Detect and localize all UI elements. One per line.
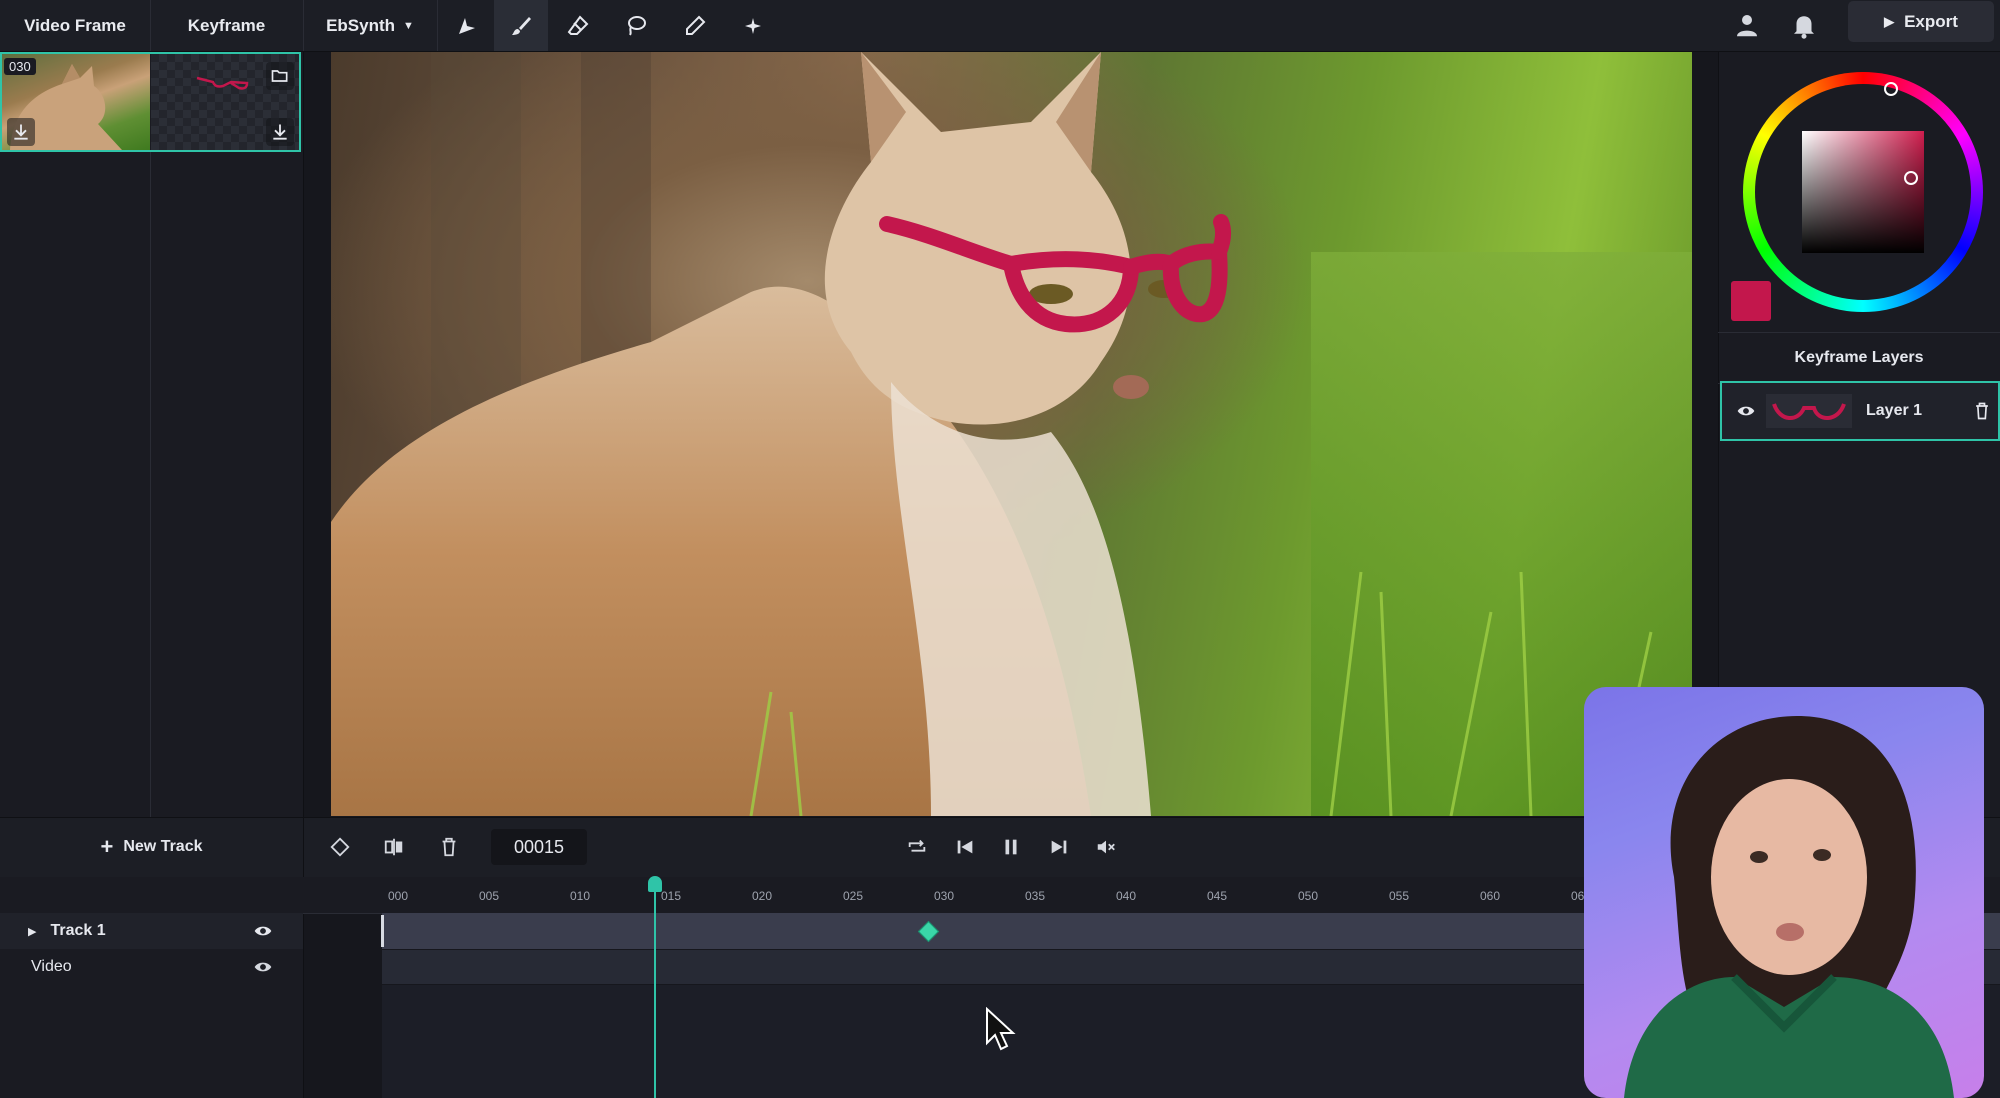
chevron-down-icon: ▼ <box>403 19 414 32</box>
skip-back-icon <box>957 840 973 854</box>
tick-label: 020 <box>752 889 773 903</box>
split-button[interactable] <box>374 827 414 867</box>
tick-label: 045 <box>1207 889 1228 903</box>
presenter-video <box>1624 716 1954 1098</box>
tick-label: 060 <box>1480 889 1501 903</box>
folder-open-icon <box>271 70 288 82</box>
lynx-video-frame <box>331 52 1692 816</box>
playhead[interactable] <box>654 880 656 1098</box>
bell-icon <box>1794 16 1814 39</box>
eye-icon[interactable] <box>253 957 273 977</box>
track-row-track-1[interactable]: ▶ Track 1 <box>0 913 303 949</box>
delete-button[interactable] <box>429 827 469 867</box>
layers-panel-title: Keyframe Layers <box>1718 332 2000 384</box>
trash-icon <box>442 837 456 857</box>
keyframe-number-badge: 030 <box>4 58 36 75</box>
loop-icon <box>908 839 926 852</box>
magic-icon <box>745 17 761 34</box>
track-name: Track 1 <box>50 922 106 939</box>
mute-icon <box>1097 840 1115 854</box>
trash-icon[interactable] <box>1972 401 1992 421</box>
eye-icon[interactable] <box>1736 401 1756 421</box>
current-color-swatch[interactable] <box>1731 281 1771 321</box>
user-icon <box>1737 15 1757 37</box>
track-start-marker <box>381 915 384 947</box>
tick-label: 030 <box>934 889 955 903</box>
pause-icon <box>1005 839 1017 855</box>
diamond-icon <box>330 837 350 857</box>
skip-forward-icon <box>1051 840 1067 854</box>
tick-label: 015 <box>661 889 682 903</box>
ebsynth-label: EbSynth <box>326 15 396 35</box>
new-track-label: New Track <box>123 838 203 855</box>
saturation-value-picker[interactable] <box>1802 131 1924 253</box>
brush-tool[interactable] <box>494 0 548 51</box>
cursor-arrow-icon <box>986 1006 1016 1051</box>
eraser-icon <box>567 14 589 35</box>
lasso-tool[interactable] <box>609 0 663 51</box>
tick-label: 010 <box>570 889 591 903</box>
left-panel-divider <box>150 52 151 817</box>
export-button[interactable]: ▶ Export <box>1848 1 1994 42</box>
track-row-video[interactable]: Video <box>0 950 303 984</box>
video-canvas[interactable] <box>331 52 1692 816</box>
eyedropper-icon <box>686 15 706 35</box>
previous-frame-button[interactable] <box>945 827 985 867</box>
pause-button[interactable] <box>991 827 1031 867</box>
open-folder-button[interactable] <box>266 62 294 90</box>
user-button[interactable] <box>1732 10 1762 40</box>
split-icon <box>384 838 403 856</box>
hue-handle[interactable] <box>1884 82 1898 96</box>
expand-caret-icon[interactable]: ▶ <box>28 925 36 938</box>
layer-name: Layer 1 <box>1866 402 1923 419</box>
magic-tool[interactable] <box>726 0 780 51</box>
new-track-button[interactable]: + New Track <box>0 817 304 877</box>
track-name: Video <box>31 958 72 975</box>
tick-label: 000 <box>388 889 409 903</box>
tick-label: 025 <box>843 889 864 903</box>
eyedropper-tool[interactable] <box>668 0 722 51</box>
tab-video-frame[interactable]: Video Frame <box>0 0 151 51</box>
select-tool[interactable] <box>440 0 494 51</box>
download-photo-button[interactable] <box>7 118 35 146</box>
download-icon <box>273 124 287 140</box>
select-icon <box>459 17 475 34</box>
loop-button[interactable] <box>897 827 937 867</box>
webcam-overlay <box>1584 687 1984 1098</box>
add-keyframe-button[interactable] <box>320 827 360 867</box>
eraser-tool[interactable] <box>551 0 605 51</box>
download-icon <box>14 124 28 140</box>
track-headers <box>0 877 304 1098</box>
brush-icon <box>512 16 531 35</box>
current-frame-field[interactable]: 00015 <box>491 829 587 865</box>
tick-label: 06 <box>1571 889 1585 903</box>
export-label: Export <box>1904 11 1958 31</box>
play-icon: ▶ <box>1884 13 1895 29</box>
plus-icon: + <box>100 834 114 859</box>
layer-row[interactable]: Layer 1 <box>1720 381 2000 441</box>
tick-label: 005 <box>479 889 500 903</box>
mute-button[interactable] <box>1086 827 1126 867</box>
tick-label: 040 <box>1116 889 1137 903</box>
ebsynth-dropdown[interactable]: EbSynth ▼ <box>303 0 438 51</box>
mouse-cursor <box>985 1006 1019 1058</box>
saturation-handle[interactable] <box>1904 171 1918 185</box>
lasso-icon <box>628 15 646 36</box>
tab-keyframe[interactable]: Keyframe <box>150 0 304 51</box>
tick-label: 055 <box>1389 889 1410 903</box>
notifications-button[interactable] <box>1789 10 1819 40</box>
next-frame-button[interactable] <box>1039 827 1079 867</box>
eye-icon[interactable] <box>253 921 273 941</box>
playhead-handle[interactable] <box>648 876 662 892</box>
tick-label: 035 <box>1025 889 1046 903</box>
layer-thumbnail <box>1766 394 1852 428</box>
keyframe-list-panel <box>0 52 304 817</box>
tick-label: 050 <box>1298 889 1319 903</box>
download-drawing-button[interactable] <box>266 118 294 146</box>
